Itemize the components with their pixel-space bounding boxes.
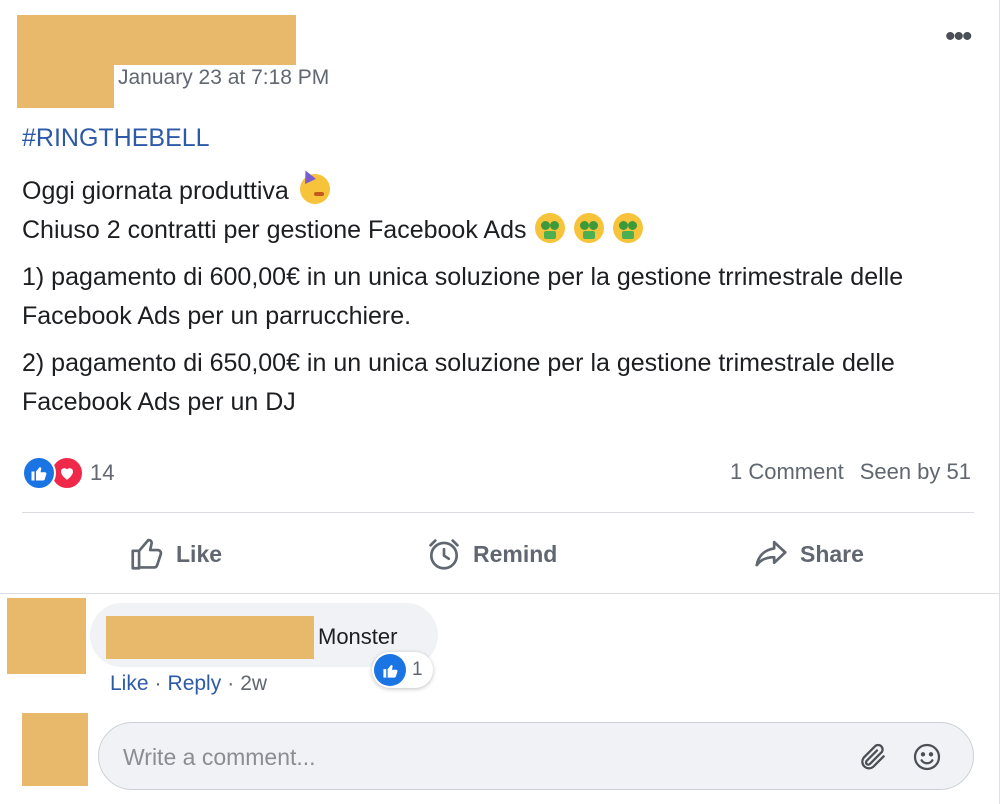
- post-hashtag[interactable]: #RINGTHEBELL: [22, 124, 210, 153]
- like-label: Like: [176, 540, 223, 567]
- author-name-redacted: [95, 15, 296, 65]
- more-options-icon[interactable]: •••: [945, 22, 972, 52]
- remind-button[interactable]: Remind: [425, 530, 557, 578]
- comment-actions: Like · Reply · 2w: [110, 672, 267, 696]
- post-line-4: 2) pagamento di 650,00€ in un unica solu…: [22, 349, 895, 416]
- divider: [22, 512, 974, 513]
- reactions-summary[interactable]: 14: [22, 455, 114, 491]
- comment-composer[interactable]: [98, 722, 974, 790]
- separator: ·: [227, 672, 235, 695]
- current-user-avatar-redacted: [22, 713, 88, 786]
- post-timestamp[interactable]: January 23 at 7:18 PM: [118, 66, 329, 90]
- like-reaction-icon: [22, 456, 56, 490]
- share-button[interactable]: Share: [752, 530, 864, 578]
- like-reaction-icon: [374, 654, 406, 686]
- comment-input[interactable]: [123, 739, 823, 775]
- comment-reactions[interactable]: 1: [372, 652, 433, 688]
- post-card: January 23 at 7:18 PM ••• #RINGTHEBELL O…: [0, 0, 1000, 804]
- commenter-avatar-redacted[interactable]: [7, 598, 86, 674]
- money-mouth-face-icon: [535, 213, 566, 243]
- smiley-icon[interactable]: [911, 741, 943, 778]
- comment-text: Monster: [318, 624, 398, 649]
- commenter-name-redacted[interactable]: [106, 616, 314, 659]
- thumbs-up-icon: [131, 538, 163, 570]
- post-line-1-text: Oggi giornata produttiva: [22, 177, 289, 205]
- separator: ·: [154, 672, 162, 695]
- post-line-1: Oggi giornata produttiva: [22, 172, 982, 211]
- post-meta: 1 Comment Seen by 51: [730, 459, 971, 485]
- post-body: Oggi giornata produttiva Chiuso 2 contra…: [22, 172, 982, 430]
- share-arrow-icon: [755, 540, 787, 567]
- partying-face-icon: [299, 174, 330, 204]
- alarm-clock-icon: [429, 539, 459, 570]
- money-mouth-face-icon: [574, 213, 605, 243]
- seen-by-link[interactable]: Seen by 51: [860, 459, 971, 485]
- share-label: Share: [800, 540, 864, 567]
- comments-count-link[interactable]: 1 Comment: [730, 459, 844, 485]
- comment-time[interactable]: 2w: [240, 672, 267, 696]
- comment-reaction-count: 1: [412, 659, 423, 680]
- paperclip-icon[interactable]: [857, 741, 889, 778]
- comment-like-link[interactable]: Like: [110, 672, 149, 696]
- author-avatar-redacted[interactable]: [17, 15, 114, 108]
- comment-reply-link[interactable]: Reply: [168, 672, 222, 696]
- post-line-3: 1) pagamento di 600,00€ in un unica solu…: [22, 263, 904, 330]
- reaction-count: 14: [90, 460, 115, 485]
- post-line-2-text: Chiuso 2 contratti per gestione Facebook…: [22, 216, 527, 244]
- divider: [0, 593, 1000, 594]
- post-line-2: Chiuso 2 contratti per gestione Facebook…: [22, 211, 982, 250]
- remind-label: Remind: [473, 540, 558, 567]
- like-button[interactable]: Like: [128, 530, 222, 578]
- money-mouth-face-icon: [613, 213, 644, 243]
